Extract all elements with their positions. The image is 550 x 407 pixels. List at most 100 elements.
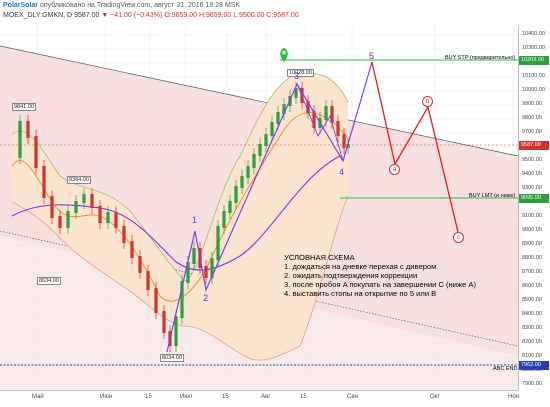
candle-body xyxy=(114,212,118,228)
time-tick: Июн xyxy=(100,394,113,400)
price-tick: 9000.00 xyxy=(522,227,542,233)
candle-body xyxy=(50,196,54,218)
change-value: −41.00 (−0.43%) xyxy=(110,12,163,19)
price-tick: 9300.00 xyxy=(522,185,542,191)
candle-body xyxy=(324,106,328,120)
note-item-4: 4. выставить стопы на открытие по 5 или … xyxy=(284,289,437,298)
price-axis[interactable]: 10400.0010300.0010200.0010100.0010000.00… xyxy=(518,26,550,390)
price-tick: 9500.00 xyxy=(522,157,542,163)
publication-line: PolarSolar опубликовано на TradingView.c… xyxy=(3,2,240,9)
price-label-bottom: 8034.00 xyxy=(160,354,184,362)
wave-label-4: 4 xyxy=(339,167,345,177)
published-text: опубликовано на TradingView.com, август … xyxy=(39,2,241,9)
candle-body xyxy=(222,211,226,228)
ohlc-values: O:9659.00 H:9659.00 L:9500.00 C:9587.00 xyxy=(164,12,299,19)
strategy-note: УСЛОВНАЯ СХЕМА 1. дождаться на дневке пе… xyxy=(284,253,476,298)
candle-body xyxy=(252,154,256,168)
last-price: 9587.00 xyxy=(74,12,100,19)
price-tick: 9900.00 xyxy=(522,101,542,107)
correction-label-c: c xyxy=(453,232,464,243)
change-arrow: ▼ xyxy=(101,12,109,19)
candle-body xyxy=(58,216,62,228)
time-tick: Май xyxy=(32,394,44,400)
price-tick: 10400.00 xyxy=(522,31,545,37)
candle-body xyxy=(42,166,46,198)
candle-body xyxy=(90,194,94,208)
buy-stop-label: BUY STP (предварительно) xyxy=(445,55,516,61)
note-item-2: 2. ожидать подтверждения коррекции xyxy=(284,271,418,280)
candle-body xyxy=(98,206,102,223)
candle-body xyxy=(240,176,244,188)
price-chart[interactable] xyxy=(0,26,518,390)
candle-body xyxy=(234,186,238,203)
correction-label-b: b xyxy=(422,96,433,107)
price-tick: 8200.00 xyxy=(522,339,542,345)
time-tick: 15 xyxy=(222,394,229,400)
time-tick: 15 xyxy=(145,394,152,400)
price-tick: 8800.00 xyxy=(522,255,542,261)
candle-body xyxy=(18,121,22,158)
candle-body xyxy=(216,226,220,260)
time-tick: Ноя xyxy=(508,394,519,400)
candle-body xyxy=(106,212,110,223)
time-tick: Окт xyxy=(430,394,441,400)
time-tick: Июл xyxy=(180,394,193,400)
abc-end-label: ABC END xyxy=(493,366,518,372)
price-label-peak: 10028.00 xyxy=(287,69,314,77)
candle-body xyxy=(130,241,134,258)
candle-body xyxy=(264,134,268,146)
wave-label-3: 3 xyxy=(294,71,300,81)
candle-body xyxy=(122,226,126,243)
price-tick: 8100.00 xyxy=(522,353,542,359)
candle-body xyxy=(34,136,38,168)
note-item-1: 1. дождаться на дневке перехая с дивером xyxy=(284,262,437,271)
candle-body xyxy=(228,201,232,213)
price-tag: 7962.00 xyxy=(519,361,549,370)
price-tick: 8300.00 xyxy=(522,325,542,331)
candle-body xyxy=(204,266,208,278)
buy-limit-label: BUY LMT (и ниже) xyxy=(469,193,516,199)
price-tick: 8500.00 xyxy=(522,297,542,303)
author-brand[interactable]: PolarSolar xyxy=(3,2,38,9)
candle-body xyxy=(342,134,346,148)
chart-header: PolarSolar опубликовано на TradingView.c… xyxy=(0,0,550,26)
candle-body xyxy=(154,288,158,313)
time-tick: Сен xyxy=(347,394,358,400)
candle-body xyxy=(138,256,142,273)
time-axis[interactable]: Май Июн 15 Июл 15 Авг 15 Сен Окт Ноя xyxy=(0,390,519,407)
price-tick: 9700.00 xyxy=(522,129,542,135)
candle-body xyxy=(336,121,340,136)
time-tick: Авг xyxy=(261,394,271,400)
price-tick: 8900.00 xyxy=(522,241,542,247)
price-tick: 8400.00 xyxy=(522,311,542,317)
location-pin-hole-icon xyxy=(282,50,286,55)
note-title: УСЛОВНАЯ СХЕМА xyxy=(284,253,355,262)
candle-body xyxy=(246,166,250,178)
price-tick: 10300.00 xyxy=(522,45,545,51)
symbol-line: MOEX_DLY:GMKN, D 9587.00 ▼ −41.00 (−0.43… xyxy=(3,12,299,19)
wave-label-5: 5 xyxy=(369,51,375,61)
price-tag: 10203.00 xyxy=(519,56,549,65)
price-tick: 8600.00 xyxy=(522,283,542,289)
candle-body xyxy=(162,311,166,333)
price-tag: 9095.00 xyxy=(519,194,549,203)
price-label-high-1: 9841.00 xyxy=(12,103,36,111)
price-label-low-1: 8634.00 xyxy=(37,277,61,285)
correction-label-a: a xyxy=(389,164,400,175)
price-tick: 9400.00 xyxy=(522,171,542,177)
candle-body xyxy=(66,211,70,228)
candle-body xyxy=(74,201,78,213)
wave-label-2: 2 xyxy=(203,293,209,303)
candle-body xyxy=(26,121,30,138)
candle-body xyxy=(146,271,150,290)
wave-label-1: 1 xyxy=(192,215,198,225)
price-tick: 9100.00 xyxy=(522,213,542,219)
time-tick: 15 xyxy=(300,394,307,400)
price-tick: 7900.00 xyxy=(522,381,542,387)
candle-body xyxy=(192,248,196,264)
candle-body xyxy=(258,144,262,156)
note-item-3: 3. после пробоя A покупать на завершении… xyxy=(284,280,476,289)
price-tick: 8700.00 xyxy=(522,269,542,275)
price-label-high-2: 9384.00 xyxy=(67,176,91,184)
candle-body xyxy=(82,194,86,203)
